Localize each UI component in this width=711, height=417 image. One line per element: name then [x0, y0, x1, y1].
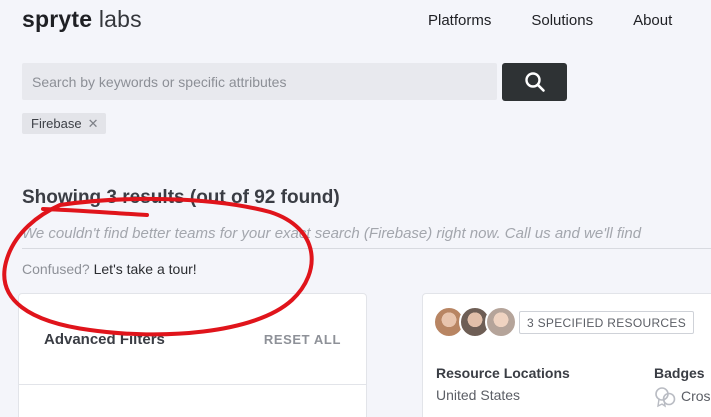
tour-question: Confused? [22, 261, 90, 277]
badges-label: Badges [654, 365, 705, 381]
advanced-filters-card: Advanced Filters RESET ALL [18, 293, 367, 417]
search-input[interactable] [22, 63, 497, 100]
nav-platforms[interactable]: Platforms [428, 12, 491, 29]
close-icon[interactable]: ✕ [88, 117, 99, 130]
nav-about[interactable]: About [633, 12, 672, 29]
locations-label: Resource Locations [436, 365, 570, 381]
top-nav: Platforms Solutions About [428, 12, 672, 29]
search-icon [524, 72, 545, 92]
reset-all-button[interactable]: RESET ALL [264, 332, 341, 347]
logo-light-text: labs [98, 6, 142, 32]
badge-value: Cros [681, 388, 711, 404]
filters-header: Advanced Filters RESET ALL [19, 294, 366, 385]
results-note: We couldn't find better teams for your e… [22, 225, 711, 249]
filters-title: Advanced Filters [44, 331, 165, 348]
logo-bold-text: spryte [22, 6, 93, 32]
page: spryte labs Platforms Solutions About Fi… [0, 0, 711, 417]
avatar [485, 306, 517, 338]
annotation-underline [41, 207, 149, 217]
results-title: Showing 3 results (out of 92 found) [22, 187, 340, 208]
tour-prompt: Confused? Let's take a tour! [22, 261, 197, 277]
locations-value: United States [436, 387, 521, 403]
avatar-group [433, 306, 517, 338]
badge-icon [655, 387, 676, 408]
logo[interactable]: spryte labs [22, 6, 142, 33]
team-card[interactable]: 3 SPECIFIED RESOURCES Resource Locations… [422, 293, 711, 417]
nav-solutions[interactable]: Solutions [531, 12, 593, 29]
search-button[interactable] [502, 63, 567, 101]
resources-badge: 3 SPECIFIED RESOURCES [519, 311, 695, 334]
filter-tag-label: Firebase [31, 116, 82, 131]
filter-tag: Firebase ✕ [22, 113, 107, 134]
tour-link[interactable]: Let's take a tour! [94, 261, 197, 277]
